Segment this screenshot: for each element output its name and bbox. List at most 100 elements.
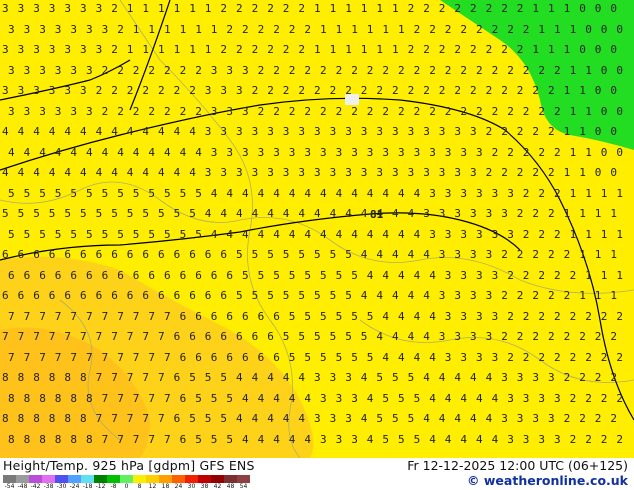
grid-value: 4 — [485, 371, 493, 384]
credit-link[interactable]: © weatheronline.co.uk — [467, 473, 628, 488]
scale-swatch — [16, 475, 29, 483]
grid-value: 2 — [522, 309, 530, 323]
grid-value: 7 — [8, 350, 15, 364]
scale-tick: 30 — [187, 483, 196, 490]
grid-value: 2 — [320, 104, 327, 118]
grid-value: 2 — [563, 412, 571, 425]
grid-value: 2 — [242, 22, 249, 36]
grid-value: 6 — [158, 289, 165, 302]
color-scale: -54 -48 -42 -38 -30 -24 -18 -12 -8 0 8 12 18 24 30 38 42… — [3, 475, 293, 490]
grid-value: 3 — [460, 186, 468, 200]
grid-value: 4 — [242, 391, 249, 405]
grid-value: 1 — [616, 268, 624, 282]
grid-value: 2 — [101, 63, 109, 77]
grid-value: 6 — [226, 268, 234, 282]
grid-value: 8 — [54, 391, 62, 405]
grid-value: 6 — [179, 391, 187, 405]
grid-value: 2 — [501, 43, 508, 56]
map-title: Height/Temp. 925 hPa [gdpm] GFS ENS — [3, 458, 255, 473]
grid-value: 4 — [80, 125, 87, 138]
grid-value: 5 — [345, 289, 352, 302]
grid-value: 3 — [444, 309, 452, 323]
grid-value: 1 — [532, 43, 540, 56]
grid-value: 2 — [126, 84, 134, 97]
grid-value: 2 — [298, 2, 306, 15]
grid-value: 3 — [17, 2, 25, 15]
grid-value: 3 — [242, 145, 249, 159]
grid-value: 2 — [563, 371, 571, 384]
grid-value: 4 — [345, 207, 352, 220]
grid-value: 2 — [429, 104, 436, 118]
grid-value: 1 — [392, 43, 399, 56]
grid-value: 2 — [522, 227, 530, 241]
grid-value: 4 — [382, 186, 390, 200]
grid-value: 4 — [158, 166, 165, 179]
grid-value: 7 — [148, 350, 156, 364]
grid-value: 3 — [460, 145, 468, 159]
grid-value: 4 — [132, 145, 140, 159]
grid-value: 5 — [70, 227, 78, 241]
grid-value: 3 — [413, 145, 421, 159]
grid-value: 3 — [507, 227, 514, 241]
grid-value: 3 — [33, 2, 40, 15]
grid-value: 3 — [304, 145, 312, 159]
grid-value: 1 — [398, 22, 405, 36]
grid-value: 3 — [64, 43, 72, 56]
grid-value: 1 — [132, 22, 140, 36]
grid-value: 3 — [335, 145, 343, 159]
grid-value: 2 — [273, 63, 280, 77]
grid-value: 1 — [210, 22, 218, 36]
grid-value: 5 — [189, 371, 196, 384]
grid-value: 4 — [70, 145, 78, 159]
grid-value: 4 — [86, 145, 93, 159]
grid-value: 4 — [366, 227, 374, 241]
grid-value: 5 — [179, 186, 187, 200]
grid-value: 1 — [563, 43, 571, 56]
grid-value: 6 — [173, 412, 181, 425]
grid-value: 6 — [95, 289, 103, 302]
scale-swatch — [107, 475, 120, 483]
grid-value: 6 — [33, 289, 40, 302]
grid-value: 8 — [23, 391, 31, 405]
grid-value: 2 — [304, 104, 312, 118]
grid-value: 4 — [39, 145, 46, 159]
grid-value: 5 — [54, 227, 62, 241]
scale-tick: -18 — [82, 483, 93, 490]
grid-value: 3 — [95, 43, 103, 56]
grid-value: 2 — [522, 22, 530, 36]
grid-value: 6 — [195, 350, 202, 364]
grid-value: 6 — [210, 350, 218, 364]
grid-value: 4 — [329, 207, 337, 220]
scale-swatch — [120, 475, 133, 483]
grid-value: 6 — [195, 309, 202, 323]
grid-value: 1 — [585, 63, 592, 77]
scale-tick: 48 — [226, 483, 235, 490]
grid-value: 4 — [398, 350, 405, 364]
grid-value: 4 — [179, 145, 187, 159]
scale-tick: 12 — [148, 483, 157, 490]
grid-value: 0 — [594, 166, 602, 179]
grid-value: 3 — [476, 145, 483, 159]
grid-value: 2 — [335, 104, 343, 118]
grid-value: 6 — [33, 248, 40, 261]
grid-value: 3 — [507, 186, 514, 200]
grid-value: 3 — [8, 104, 15, 118]
grid-value: 4 — [429, 391, 436, 405]
grid-value: 4 — [407, 330, 415, 343]
grid-value: 2 — [554, 268, 561, 282]
grid-value: 4 — [351, 186, 358, 200]
grid-value: 2 — [267, 2, 274, 15]
grid-value: 3 — [2, 84, 9, 97]
grid-value: 5 — [366, 309, 374, 323]
grid-value: 4 — [429, 268, 436, 282]
grid-value: 3 — [366, 145, 374, 159]
grid-value: 5 — [148, 227, 156, 241]
grid-value: 4 — [413, 350, 421, 364]
grid-value: 2 — [164, 104, 171, 118]
grid-value: 2 — [117, 22, 124, 36]
grid-value: 3 — [33, 84, 40, 97]
grid-value: 4 — [2, 125, 9, 138]
grid-value: 3 — [470, 330, 477, 343]
grid-value: 6 — [179, 432, 187, 446]
grid-value: 3 — [423, 207, 430, 220]
